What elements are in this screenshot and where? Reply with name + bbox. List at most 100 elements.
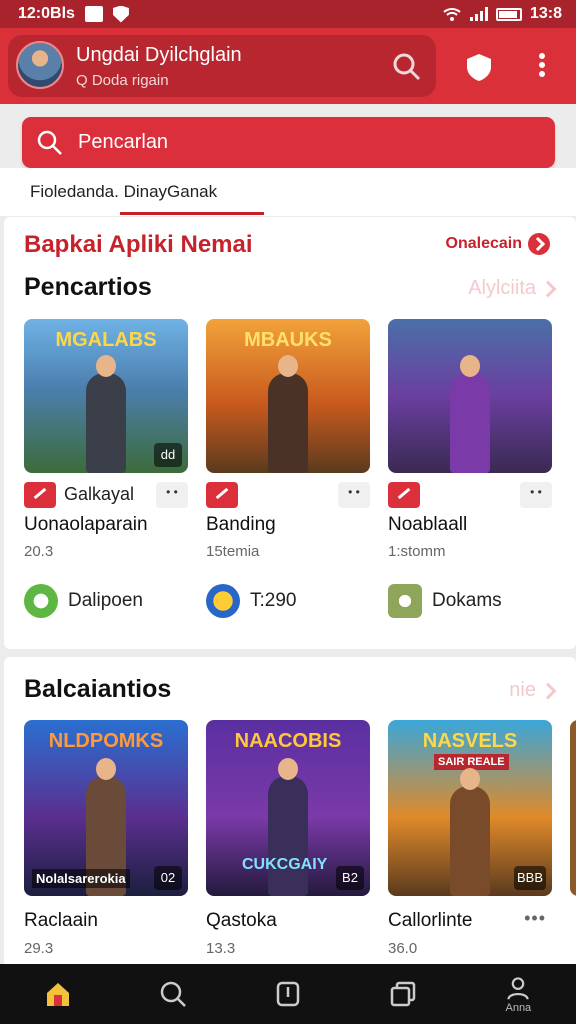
thumbnail-title: NASVELS [422,730,518,752]
game-thumbnail[interactable]: NAACOBIS CUKCGAIY B2 [206,720,370,896]
trending-icon [206,482,238,508]
next-card-peek[interactable] [570,720,576,896]
notification-icon [84,6,103,22]
game-rating: 36.0 [388,940,418,957]
game-title: Qastoka [206,910,277,931]
chevron-right-icon [539,682,557,699]
nav-library[interactable] [264,970,312,1018]
search-placeholder: Pencarlan [78,131,169,153]
game-thumbnail[interactable]: NASVELS SAIR REALE BBB [388,720,552,896]
game-title: Callorlinte [388,910,473,931]
nav-search[interactable] [149,970,197,1018]
nav-profile[interactable]: Anna [494,970,542,1018]
character-art [268,758,308,896]
section-title: Balcaiantios [24,675,172,703]
breadcrumb: Fioledanda. DinayGanak [0,168,576,216]
nav-updates[interactable] [379,970,427,1018]
game-thumbnail[interactable]: NLDPOMKS Nolalsarerokia 02 [24,720,188,896]
search-input[interactable]: Pencarlan [22,117,555,168]
thumbnail-badge: 02 [154,866,182,890]
developer[interactable]: T:290 [206,584,296,618]
wifi-icon [443,8,461,21]
character-art [86,355,126,473]
developer[interactable]: Dalipoen [24,584,143,618]
app-subtitle: Q Doda rigain [76,72,169,89]
section-title: Pencartios [24,273,152,301]
game-rating: 13.3 [206,940,236,957]
game-title: Noablaall [388,514,468,535]
nav-profile-label: Anna [505,1001,532,1014]
banner-link-label: Onalecain [445,235,522,252]
thumbnail-badge: dd [154,443,182,467]
more-options-button[interactable] [338,482,370,508]
developer[interactable]: Dokams [388,584,502,618]
shield-icon [112,5,129,23]
more-options-button[interactable] [520,482,552,508]
developer-logo-icon [388,584,422,618]
featured-section: Bapkai Apliki Nemai Onalecain Pencartios… [4,217,576,649]
game-rating: 15temia [206,543,260,560]
shield-icon[interactable] [464,52,494,82]
app-title: Ungdai Dyilchglain [76,44,242,66]
game-title: Raclaain [24,910,98,931]
game-rating: 20.3 [24,543,54,560]
trending-icon [24,482,56,508]
trending-icon [388,482,420,508]
battery-icon [495,7,522,21]
thumbnail-tag: Nolalsarerokia [32,869,130,888]
game-title: Uonaolaparain [24,514,148,535]
home-icon [46,983,69,1006]
game-thumbnail[interactable]: MBAUKS [206,319,370,473]
developer-logo-icon [24,584,58,618]
banner-link[interactable]: Onalecain [446,233,550,255]
arrow-right-icon [528,233,550,255]
character-art [268,355,308,473]
copy-icon [390,981,416,1007]
game-card[interactable]: NLDPOMKS Nolalsarerokia 02 Raclaain 29.3 [24,720,188,957]
more-options-icon[interactable]: ••• [524,908,546,929]
search-icon [160,981,186,1007]
character-art [450,768,490,896]
profile-icon [507,976,529,1000]
nav-home[interactable] [34,970,82,1018]
thumbnail-title: NAACOBIS [234,730,342,752]
game-thumbnail[interactable] [388,319,552,473]
game-card[interactable]: NASVELS SAIR REALE BBB Callorlinte ••• 3… [388,720,552,957]
see-all-label: nie [509,679,536,701]
signal-icon [469,7,488,21]
game-title: Banding [206,514,276,535]
developer-logo-icon [206,584,240,618]
game-card[interactable]: MGALABS dd Galkayal Uonaolaparain 20.3 D… [24,319,188,618]
thumbnail-badge: BBB [513,866,546,890]
library-icon [276,981,300,1007]
game-card[interactable]: MBAUKS Banding 15temia T:290 [206,319,370,618]
avatar[interactable] [16,41,64,89]
status-bar: 12:0Bls 13:8 [0,0,576,28]
thumbnail-badge: B2 [336,866,364,890]
search-icon[interactable] [392,52,422,82]
game-rating: 29.3 [24,940,54,957]
thumbnail-title: MBAUKS [244,329,332,351]
popular-section: Balcaiantios nie NLDPOMKS Nolalsarerokia… [4,657,576,967]
app-bar: Ungdai Dyilchglain Q Doda rigain [0,28,576,104]
developer-name: T:290 [250,590,297,611]
bottom-nav: Anna [0,964,576,1024]
see-all-link[interactable]: nie [509,679,557,702]
developer-name: Dokams [432,590,502,611]
game-thumbnail[interactable]: MGALABS dd [24,319,188,473]
breadcrumb-text[interactable]: Fioledanda. DinayGanak [30,182,217,202]
game-card[interactable]: NAACOBIS CUKCGAIY B2 Qastoka 13.3 [206,720,370,957]
see-all-link[interactable]: Alylciita [468,277,557,300]
thumbnail-title: NLDPOMKS [48,730,164,752]
game-rating: 1:stomm [388,543,446,560]
character-art [450,355,490,473]
banner-title: Bapkai Apliki Nemai [24,231,253,258]
search-icon [37,130,62,155]
chevron-right-icon [539,280,557,297]
clock: 12:0Bls [18,5,75,22]
see-all-label: Alylciita [468,277,536,299]
thumbnail-tag: CUKCGAIY [242,856,328,873]
more-options-button[interactable] [156,482,188,508]
game-card[interactable]: Noablaall 1:stomm Dokams [388,319,552,618]
more-icon[interactable] [530,50,554,80]
